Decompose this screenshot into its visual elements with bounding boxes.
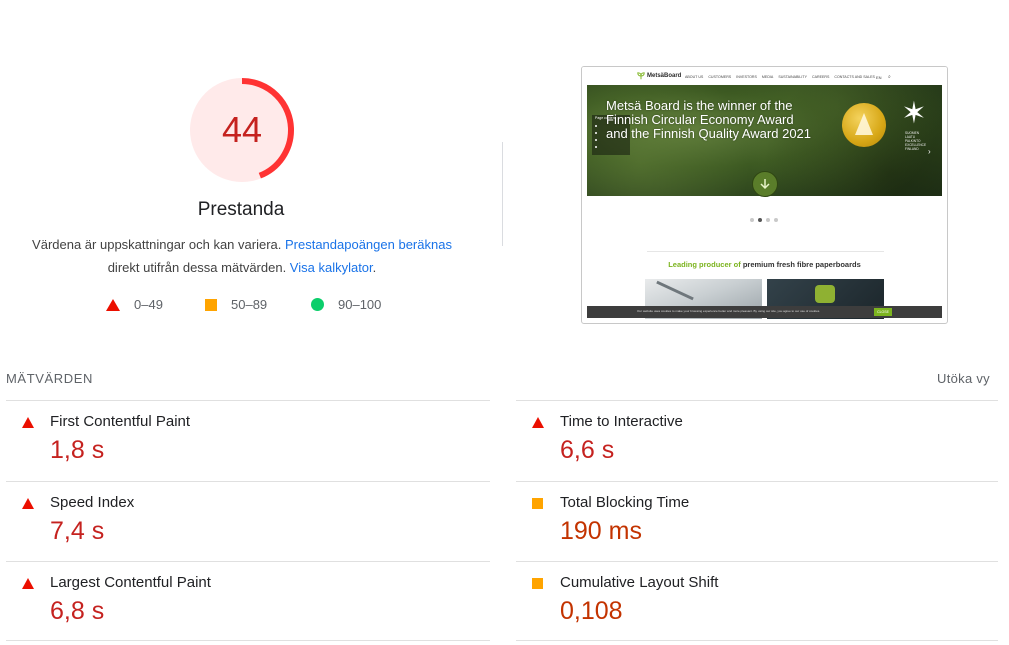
average-square-icon	[532, 578, 543, 589]
score-value: 44	[221, 109, 263, 150]
legend-item-average: 50–89	[205, 297, 267, 312]
circle-icon	[311, 298, 324, 311]
site-menu-item: CUSTOMERS	[708, 75, 732, 79]
category-title: Prestanda	[197, 199, 285, 220]
fail-triangle-icon	[22, 578, 34, 589]
legend-label: 50–89	[231, 297, 268, 312]
score-calculation-link[interactable]: Prestandapoängen beräknas	[285, 237, 452, 252]
cookie-banner: Our website uses cookies to make your br…	[587, 306, 942, 318]
site-tagline-rest: premium fresh fibre paperboards	[740, 260, 861, 269]
star-award-icon: ✶	[901, 97, 927, 130]
site-logo-text: MetsäBoard	[647, 73, 682, 79]
hero-headline-line: Metsä Board is the winner of the	[606, 98, 793, 113]
divider	[516, 640, 998, 641]
metric-value: 0,108	[560, 597, 623, 625]
hero-headline-line: and the Finnish Quality Award 2021	[606, 126, 812, 141]
metric-title: Total Blocking Time	[560, 494, 690, 511]
metric-value: 1,8 s	[50, 436, 105, 464]
award-text-line: FINLAND	[905, 147, 919, 151]
fail-triangle-icon	[22, 417, 34, 428]
site-menu-item: CONTACTS AND SALES	[834, 75, 875, 79]
site-logo: MetsäBoard	[637, 72, 681, 80]
legend-label: 0–49	[134, 297, 163, 312]
award-text: SUOMEN LAATU PALKINTO EXCELLENCE FINLAND	[905, 131, 926, 151]
carousel-dots	[750, 218, 778, 222]
fail-triangle-icon	[22, 498, 34, 509]
leaf-icon	[637, 72, 645, 80]
site-tagline-highlight: Leading producer of	[668, 260, 741, 269]
award-badge-icon	[842, 103, 886, 147]
metric-time-to-interactive: Time to Interactive 6,6 s	[516, 401, 998, 481]
metric-speed-index: Speed Index 7,4 s	[6, 482, 488, 562]
metric-value: 6,6 s	[560, 436, 615, 464]
metric-title: First Contentful Paint	[50, 413, 191, 430]
site-menu: ABOUT US CUSTOMERS INVESTORS MEDIA SUSTA…	[685, 75, 875, 79]
site-menu-item: ABOUT US	[685, 75, 704, 79]
description-text-3: .	[372, 260, 377, 275]
final-screenshot[interactable]: MetsäBoard ABOUT US CUSTOMERS INVESTORS …	[581, 66, 948, 324]
site-menu-item: MEDIA	[761, 75, 774, 79]
description-text-1: Värdena är uppskattningar och kan varier…	[32, 237, 285, 252]
metric-value: 6,8 s	[50, 597, 105, 625]
legend-item-pass: 90–100	[311, 297, 381, 312]
cookie-text: Our website uses cookies to make your br…	[637, 309, 821, 313]
search-icon: ⌕	[888, 74, 891, 80]
square-icon	[205, 298, 217, 311]
divider	[6, 640, 490, 641]
metric-largest-contentful-paint: Largest Contentful Paint 6,8 s	[6, 562, 488, 642]
scroll-down-icon	[752, 171, 778, 197]
metric-title: Time to Interactive	[560, 413, 683, 430]
score-legend: 0–49 50–89 90–100	[0, 297, 480, 317]
site-menu-item: SUSTAINABILITY	[778, 75, 808, 79]
metric-first-contentful-paint: First Contentful Paint 1,8 s	[6, 401, 488, 481]
metrics-header: MÄTVÄRDEN	[6, 371, 94, 386]
metric-title: Cumulative Layout Shift	[560, 574, 719, 591]
metric-cumulative-layout-shift: Cumulative Layout Shift 0,108	[516, 562, 998, 642]
triangle-icon	[106, 298, 120, 311]
metric-value: 190 ms	[560, 517, 642, 545]
performance-score-gauge: 44	[189, 77, 295, 183]
site-menu-item: CAREERS	[812, 75, 830, 79]
site-menu-item: INVESTORS	[736, 75, 757, 79]
expand-view-toggle[interactable]: Utöka vy	[937, 371, 990, 386]
vertical-divider	[502, 142, 503, 246]
average-square-icon	[532, 498, 543, 509]
fail-triangle-icon	[532, 417, 544, 428]
metric-value: 7,4 s	[50, 517, 105, 545]
hero-headline-line: Finnish Circular Economy Award	[606, 112, 794, 127]
cookie-close-button: CLOSE	[874, 308, 892, 316]
legend-item-fail: 0–49	[106, 297, 163, 312]
score-description: Värdena är uppskattningar och kan varier…	[20, 233, 464, 279]
hero-headline: Metsä Board is the winner of the Finnish…	[606, 99, 811, 141]
metric-total-blocking-time: Total Blocking Time 190 ms	[516, 482, 998, 562]
metric-title: Speed Index	[50, 494, 135, 511]
description-text-2: direkt utifrån dessa mätvärden.	[107, 260, 290, 275]
chevron-right-icon: ›	[928, 147, 931, 156]
site-language: EN	[876, 75, 882, 80]
metric-title: Largest Contentful Paint	[50, 574, 211, 591]
calculator-link[interactable]: Visa kalkylator	[290, 260, 373, 275]
legend-label: 90–100	[338, 297, 382, 312]
site-tagline: Leading producer of premium fresh fibre …	[582, 260, 947, 269]
site-navbar: MetsäBoard ABOUT US CUSTOMERS INVESTORS …	[582, 67, 947, 85]
